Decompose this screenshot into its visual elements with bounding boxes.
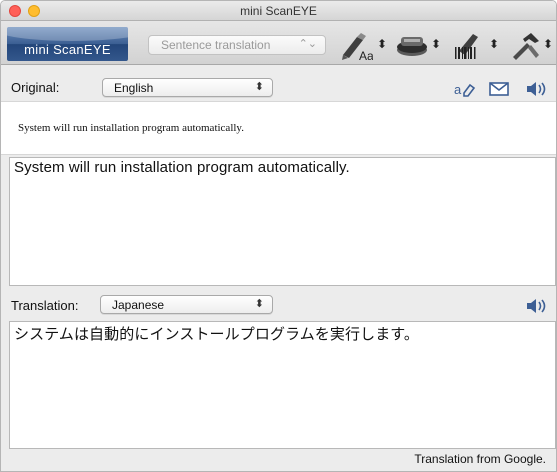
updown-arrows-icon: ⬍ (254, 298, 264, 310)
original-label: Original: (11, 80, 60, 95)
scanned-image-preview: System will run installation program aut… (1, 101, 556, 155)
translation-text-area[interactable]: システムは自動的にインストールプログラムを実行します。 (9, 321, 556, 449)
updown-arrows-icon: ⬍ (254, 81, 264, 93)
spell-check-icon: a (454, 82, 476, 97)
pen-font-tool-button[interactable]: Aa ⬍ (339, 31, 391, 63)
email-button[interactable] (489, 82, 509, 101)
scanner-icon (397, 37, 427, 56)
translation-language-select[interactable]: Japanese ⬍ (100, 295, 273, 314)
speak-original-button[interactable] (526, 81, 548, 102)
updown-arrows-icon: ⌃⌄ (298, 38, 317, 50)
original-language-value: English (114, 81, 154, 95)
speaker-icon (527, 299, 546, 313)
barcode-pen-tool-button[interactable]: ⬍ (451, 31, 503, 61)
brand-logo: mini ScanEYE (7, 27, 128, 61)
spell-check-button[interactable]: a (454, 81, 480, 102)
original-language-select[interactable]: English ⬍ (102, 78, 273, 97)
scanned-image-text: System will run installation program aut… (18, 122, 244, 134)
pen-font-icon: Aa (342, 33, 374, 63)
original-text-area[interactable]: System will run installation program aut… (9, 157, 556, 286)
updown-arrows-icon: ⬍ (377, 37, 388, 51)
toolbar: mini ScanEYE Sentence translation ⌃⌄ Aa … (1, 21, 556, 65)
window-title: mini ScanEYE (240, 4, 317, 18)
svg-text:a: a (454, 82, 462, 97)
barcode-pen-icon (455, 34, 478, 59)
translation-credit: Translation from Google. (414, 452, 546, 466)
brand-name: mini ScanEYE (24, 42, 111, 57)
updown-arrows-icon: ⬍ (431, 37, 442, 51)
tools-button[interactable]: ⬍ (509, 31, 555, 61)
original-text: System will run installation program aut… (14, 159, 350, 176)
speak-translation-button[interactable] (526, 298, 548, 319)
translation-mode-value: Sentence translation (161, 38, 271, 52)
envelope-icon (489, 82, 509, 96)
updown-arrows-icon: ⬍ (489, 37, 500, 51)
app-window: mini ScanEYE mini ScanEYE Sentence trans… (0, 0, 557, 472)
translation-mode-select[interactable]: Sentence translation ⌃⌄ (148, 35, 326, 55)
scanner-tool-button[interactable]: ⬍ (395, 31, 445, 61)
translation-language-value: Japanese (112, 298, 165, 312)
title-bar[interactable]: mini ScanEYE (1, 1, 556, 21)
speaker-icon (527, 82, 546, 96)
translation-label: Translation: (11, 298, 79, 313)
updown-arrows-icon: ⬍ (543, 37, 554, 51)
translation-text: システムは自動的にインストールプログラムを実行します。 (14, 326, 420, 343)
tools-icon (513, 33, 539, 60)
svg-text:Aa: Aa (359, 49, 373, 61)
